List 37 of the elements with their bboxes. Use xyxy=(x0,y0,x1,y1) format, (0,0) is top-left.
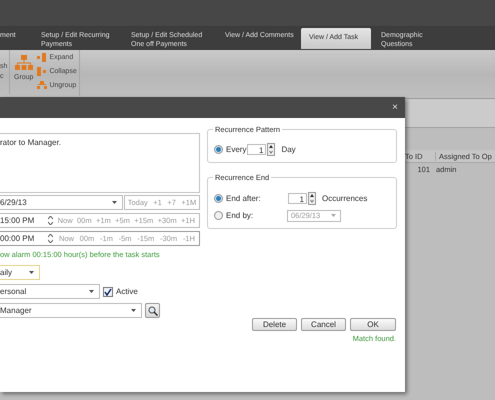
number-field[interactable]: 1 xyxy=(288,193,307,204)
spinner-icon[interactable] xyxy=(48,234,54,243)
caret-icon xyxy=(331,214,336,217)
caret-icon xyxy=(131,309,136,312)
dialog-button[interactable]: Delete xyxy=(252,318,297,331)
dialog-button[interactable]: OK xyxy=(350,318,396,331)
hierarchy-icon xyxy=(14,55,33,71)
end-radio[interactable] xyxy=(214,194,223,203)
caret-icon xyxy=(29,271,34,274)
category-dropdown[interactable]: ersonal xyxy=(0,284,100,299)
time-field[interactable]: 15:00 PM xyxy=(0,216,54,225)
checkmark-icon xyxy=(104,288,112,296)
search-icon xyxy=(148,306,158,316)
unit-label: Day xyxy=(281,145,296,154)
search-button[interactable] xyxy=(145,303,160,318)
number-field[interactable]: 1 xyxy=(247,144,266,155)
option-label: Every xyxy=(226,145,246,154)
every-radio[interactable] xyxy=(214,145,223,154)
frequency-dropdown[interactable]: aily xyxy=(0,265,40,280)
caret-icon xyxy=(112,201,117,204)
time-field[interactable]: 00:00 PM xyxy=(0,234,54,243)
close-button[interactable]: × xyxy=(385,102,405,114)
option-label: End by: xyxy=(226,211,254,220)
option-label: End after: xyxy=(226,194,262,203)
caret-icon xyxy=(89,290,94,293)
assignee-dropdown[interactable]: Manager xyxy=(0,303,142,318)
description-field[interactable]: rator to Manager. xyxy=(0,133,200,193)
spinner-icon[interactable] xyxy=(267,143,276,156)
spinner-icon[interactable] xyxy=(308,192,316,205)
hierarchy-icon xyxy=(37,80,48,90)
spinner-icon[interactable] xyxy=(48,216,54,225)
date-field[interactable]: 6/29/13 xyxy=(0,195,123,210)
end-radio[interactable] xyxy=(214,211,223,220)
dialog-button[interactable]: Cancel xyxy=(301,318,346,331)
active-checkbox[interactable] xyxy=(103,286,113,296)
unit-label: Occurrences xyxy=(322,194,368,203)
checkbox-label: Active xyxy=(116,287,138,296)
